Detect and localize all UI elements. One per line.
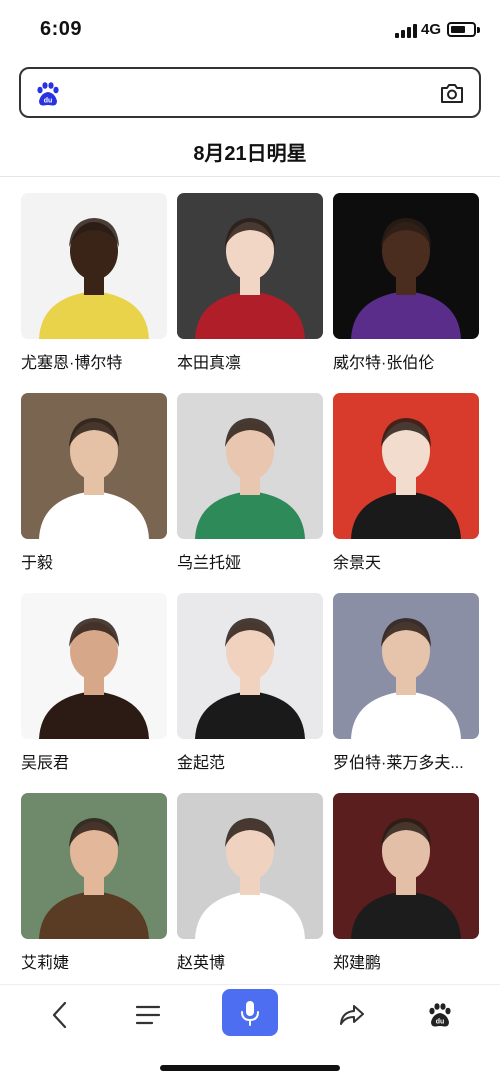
share-icon[interactable]	[332, 995, 372, 1035]
battery-icon	[447, 22, 480, 37]
camera-icon[interactable]	[439, 81, 465, 105]
search-input[interactable]	[73, 77, 423, 109]
celebrity-name[interactable]: 金起范	[177, 749, 323, 773]
svg-text:du: du	[436, 1019, 445, 1026]
microphone-button[interactable]	[222, 989, 278, 1036]
celebrity-card[interactable]: 于毅	[21, 393, 167, 573]
celebrity-card[interactable]: 乌兰托娅	[177, 393, 323, 573]
home-indicator	[160, 1065, 340, 1071]
celebrity-card[interactable]: 吴辰君	[21, 593, 167, 773]
baidu-paw-icon: du	[35, 81, 61, 107]
celebrity-card[interactable]: 余景天	[333, 393, 479, 573]
celebrity-photo[interactable]	[177, 193, 323, 339]
back-icon[interactable]	[40, 995, 80, 1035]
bottom-nav: du	[0, 984, 500, 1044]
celebrity-name[interactable]: 于毅	[21, 549, 167, 573]
celebrity-photo[interactable]	[177, 393, 323, 539]
celebrity-card[interactable]: 郑建鹏	[333, 793, 479, 973]
celebrity-name[interactable]: 郑建鹏	[333, 949, 479, 973]
microphone-icon	[241, 1000, 259, 1026]
celebrity-photo[interactable]	[21, 193, 167, 339]
celebrity-photo[interactable]	[21, 393, 167, 539]
celebrity-photo[interactable]	[177, 793, 323, 939]
celebrity-photo[interactable]	[333, 393, 479, 539]
celebrity-name[interactable]: 艾莉婕	[21, 949, 167, 973]
celebrity-card[interactable]: 艾莉婕	[21, 793, 167, 973]
svg-text:du: du	[44, 98, 53, 105]
baidu-paw-icon[interactable]: du	[420, 995, 460, 1035]
celebrity-photo[interactable]	[21, 793, 167, 939]
menu-icon[interactable]	[128, 995, 168, 1035]
celebrity-card[interactable]: 罗伯特·莱万多夫...	[333, 593, 479, 773]
celebrity-photo[interactable]	[333, 593, 479, 739]
celebrity-name[interactable]: 余景天	[333, 549, 479, 573]
celebrity-card[interactable]: 威尔特·张伯伦	[333, 193, 479, 373]
page-title: 8月21日明星	[193, 143, 307, 165]
celebrity-name[interactable]: 尤塞恩·博尔特	[21, 349, 167, 373]
celebrity-photo[interactable]	[333, 793, 479, 939]
network-type: 4G	[421, 21, 442, 38]
status-bar: 6:09 4G	[0, 0, 500, 58]
celebrity-name[interactable]: 赵英博	[177, 949, 323, 973]
celebrity-card[interactable]: 赵英博	[177, 793, 323, 973]
celebrity-name[interactable]: 罗伯特·莱万多夫...	[333, 749, 479, 773]
celebrity-name[interactable]: 本田真凛	[177, 349, 323, 373]
celebrity-photo[interactable]	[21, 593, 167, 739]
celebrity-name[interactable]: 威尔特·张伯伦	[333, 349, 479, 373]
celebrity-card[interactable]: 金起范	[177, 593, 323, 773]
celebrity-photo[interactable]	[177, 593, 323, 739]
status-time: 6:09	[40, 18, 83, 40]
celebrity-name[interactable]: 乌兰托娅	[177, 549, 323, 573]
search-bar[interactable]: du	[19, 67, 481, 118]
signal-icon	[395, 24, 417, 38]
celebrity-card[interactable]: 本田真凛	[177, 193, 323, 373]
celebrity-name[interactable]: 吴辰君	[21, 749, 167, 773]
celebrity-card[interactable]: 尤塞恩·博尔特	[21, 193, 167, 373]
celebrity-photo[interactable]	[333, 193, 479, 339]
title-divider	[0, 176, 500, 177]
